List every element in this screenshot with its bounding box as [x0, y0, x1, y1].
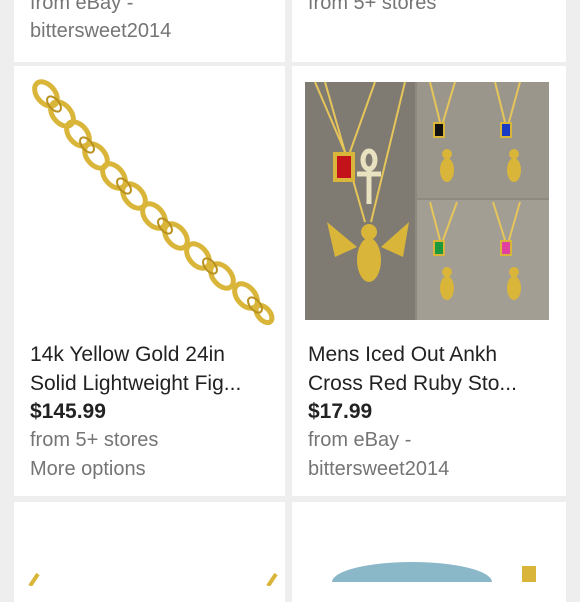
- product-price: $145.99: [30, 400, 106, 423]
- store-name: bittersweet2014: [308, 458, 450, 480]
- product-title-line1: Mens Iced Out Ankh: [308, 343, 498, 366]
- product-card-bottom-right[interactable]: [292, 502, 566, 602]
- product-source: from 5+ stores: [30, 429, 159, 451]
- product-card-gold-chain[interactable]: 14k Yellow Gold 24in Solid Lightweight F…: [14, 66, 285, 496]
- product-price: $17.99: [308, 400, 373, 423]
- product-card-bottom-left[interactable]: [14, 502, 285, 602]
- pendant-necklace-set-image: [305, 82, 549, 320]
- store-name: bittersweet2014: [30, 20, 172, 42]
- product-card-ankh-pendant[interactable]: Mens Iced Out Ankh Cross Red Ruby Sto...…: [292, 66, 566, 496]
- more-options-link[interactable]: More options: [30, 458, 279, 481]
- product-title-line1: 14k Yellow Gold 24in: [30, 343, 225, 366]
- jewelry-image: [28, 572, 278, 586]
- store-label: from 5+ stores: [308, 0, 437, 14]
- jewelry-image: [332, 562, 536, 582]
- product-title-line2: Cross Red Ruby Sto...: [308, 372, 517, 395]
- product-title-line2: Solid Lightweight Fig...: [30, 372, 242, 395]
- store-label: from eBay -: [30, 0, 134, 14]
- gold-chain-bracelet-image: [32, 79, 275, 326]
- product-source: from eBay -: [308, 429, 412, 451]
- product-card-top-right[interactable]: from 5+ stores: [292, 0, 566, 62]
- product-card-top-left[interactable]: from eBay - bittersweet2014: [14, 0, 285, 62]
